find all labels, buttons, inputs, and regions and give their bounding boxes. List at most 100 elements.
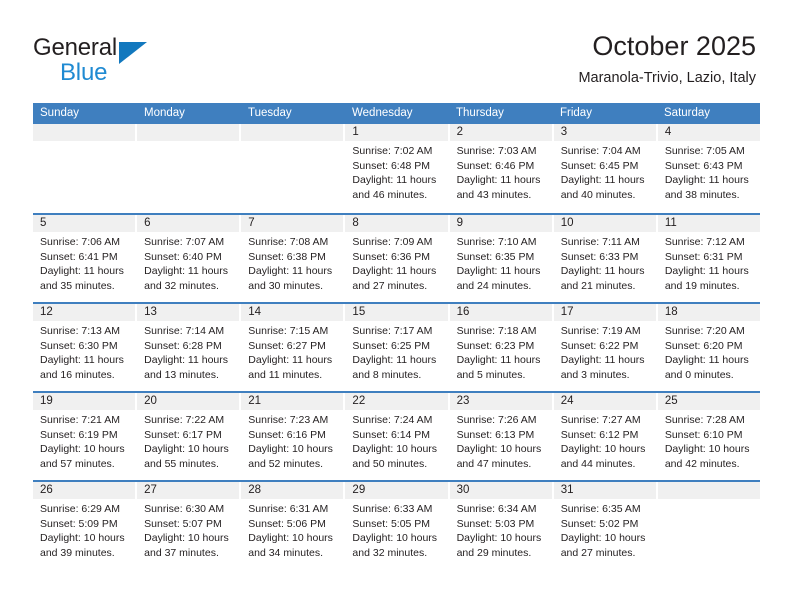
sunrise-text: Sunrise: 7:05 AM [664, 145, 745, 157]
weekday-sunday: Sunday [33, 103, 137, 124]
daylight-text-line2: and 55 minutes. [144, 457, 219, 470]
day-number: 1 [345, 124, 448, 141]
daylight-text-line1: Daylight: 11 hours [40, 265, 124, 278]
daylight-text-line1: Daylight: 11 hours [352, 174, 437, 187]
daylight-text-line2: and 50 minutes. [352, 457, 428, 470]
day-cell[interactable]: 4 Sunrise: 7:05 AM Sunset: 6:43 PM Dayli… [657, 124, 760, 213]
sunset-text: Sunset: 6:13 PM [456, 428, 535, 441]
day-cell[interactable]: 30 Sunrise: 6:34 AM Sunset: 5:03 PM Dayl… [449, 482, 554, 569]
sunset-text: Sunset: 6:12 PM [560, 428, 639, 441]
sunset-text: Sunset: 5:03 PM [456, 517, 535, 530]
day-cell[interactable]: 26 Sunrise: 6:29 AM Sunset: 5:09 PM Dayl… [33, 482, 138, 569]
day-cell[interactable]: 28 Sunrise: 6:31 AM Sunset: 5:06 PM Dayl… [241, 482, 346, 569]
daylight-text-line1: Daylight: 11 hours [144, 265, 228, 278]
daylight-text-line1: Daylight: 11 hours [560, 265, 645, 278]
sunset-text: Sunset: 5:06 PM [248, 517, 326, 530]
day-details: Sunrise: 7:06 AM Sunset: 6:41 PM Dayligh… [33, 232, 136, 302]
day-cell[interactable]: 14 Sunrise: 7:15 AM Sunset: 6:27 PM Dayl… [241, 304, 346, 391]
day-number: 29 [345, 482, 448, 499]
day-cell[interactable]: 27 Sunrise: 6:30 AM Sunset: 5:07 PM Dayl… [137, 482, 242, 569]
day-details: Sunrise: 7:23 AM Sunset: 6:16 PM Dayligh… [241, 410, 344, 480]
sunset-text: Sunset: 6:23 PM [456, 339, 535, 352]
day-details [657, 499, 760, 569]
weekday-tuesday: Tuesday [241, 103, 345, 124]
week-row: 5 Sunrise: 7:06 AM Sunset: 6:41 PM Dayli… [33, 213, 760, 302]
sunset-text: Sunset: 6:28 PM [144, 339, 222, 352]
title-block: October 2025 Maranola-Trivio, Lazio, Ita… [578, 30, 756, 87]
day-cell[interactable]: 22 Sunrise: 7:24 AM Sunset: 6:14 PM Dayl… [345, 393, 450, 480]
day-number: 20 [137, 393, 240, 410]
day-number: 27 [137, 482, 240, 499]
day-cell[interactable]: 5 Sunrise: 7:06 AM Sunset: 6:41 PM Dayli… [33, 215, 138, 302]
day-cell[interactable]: 3 Sunrise: 7:04 AM Sunset: 6:45 PM Dayli… [553, 124, 658, 213]
sunset-text: Sunset: 6:36 PM [352, 250, 431, 263]
sunset-text: Sunset: 6:25 PM [352, 339, 431, 352]
sunrise-text: Sunrise: 7:28 AM [664, 414, 745, 426]
day-details: Sunrise: 7:10 AM Sunset: 6:35 PM Dayligh… [449, 232, 552, 302]
day-number [33, 124, 136, 141]
day-cell[interactable]: 2 Sunrise: 7:03 AM Sunset: 6:46 PM Dayli… [449, 124, 554, 213]
day-cell[interactable]: 9 Sunrise: 7:10 AM Sunset: 6:35 PM Dayli… [449, 215, 554, 302]
sunrise-text: Sunrise: 6:30 AM [144, 503, 225, 515]
day-number: 18 [657, 304, 760, 321]
day-number: 25 [657, 393, 760, 410]
daylight-text-line2: and 35 minutes. [40, 279, 115, 292]
week-row: 12 Sunrise: 7:13 AM Sunset: 6:30 PM Dayl… [33, 302, 760, 391]
general-blue-logo[interactable]: General Blue [33, 34, 213, 86]
sunset-text: Sunset: 6:41 PM [40, 250, 118, 263]
day-number: 2 [449, 124, 552, 141]
day-details: Sunrise: 7:13 AM Sunset: 6:30 PM Dayligh… [33, 321, 136, 391]
day-cell[interactable]: 25 Sunrise: 7:28 AM Sunset: 6:10 PM Dayl… [657, 393, 760, 480]
day-details: Sunrise: 7:05 AM Sunset: 6:43 PM Dayligh… [657, 141, 760, 213]
daylight-text-line2: and 38 minutes. [664, 188, 740, 201]
day-cell[interactable]: 6 Sunrise: 7:07 AM Sunset: 6:40 PM Dayli… [137, 215, 242, 302]
daylight-text-line2: and 16 minutes. [40, 368, 115, 381]
day-details: Sunrise: 7:27 AM Sunset: 6:12 PM Dayligh… [553, 410, 656, 480]
day-details: Sunrise: 6:31 AM Sunset: 5:06 PM Dayligh… [241, 499, 344, 569]
day-number: 12 [33, 304, 136, 321]
day-cell[interactable]: 12 Sunrise: 7:13 AM Sunset: 6:30 PM Dayl… [33, 304, 138, 391]
day-cell[interactable]: 18 Sunrise: 7:20 AM Sunset: 6:20 PM Dayl… [657, 304, 760, 391]
daylight-text-line1: Daylight: 11 hours [248, 265, 333, 278]
day-cell[interactable]: 24 Sunrise: 7:27 AM Sunset: 6:12 PM Dayl… [553, 393, 658, 480]
day-number: 4 [657, 124, 760, 141]
day-cell[interactable]: 16 Sunrise: 7:18 AM Sunset: 6:23 PM Dayl… [449, 304, 554, 391]
day-number: 19 [33, 393, 136, 410]
day-cell[interactable]: 10 Sunrise: 7:11 AM Sunset: 6:33 PM Dayl… [553, 215, 658, 302]
day-cell[interactable]: 19 Sunrise: 7:21 AM Sunset: 6:19 PM Dayl… [33, 393, 138, 480]
sunset-text: Sunset: 5:02 PM [560, 517, 639, 530]
sunset-text: Sunset: 5:05 PM [352, 517, 431, 530]
sunrise-text: Sunrise: 7:11 AM [560, 236, 640, 248]
daylight-text-line1: Daylight: 10 hours [664, 443, 750, 456]
day-cell[interactable]: 11 Sunrise: 7:12 AM Sunset: 6:31 PM Dayl… [657, 215, 760, 302]
day-cell[interactable]: 7 Sunrise: 7:08 AM Sunset: 6:38 PM Dayli… [241, 215, 346, 302]
sunrise-text: Sunrise: 7:22 AM [144, 414, 225, 426]
day-cell[interactable]: 21 Sunrise: 7:23 AM Sunset: 6:16 PM Dayl… [241, 393, 346, 480]
day-number: 15 [345, 304, 448, 321]
sunset-text: Sunset: 6:10 PM [664, 428, 743, 441]
day-cell[interactable]: 23 Sunrise: 7:26 AM Sunset: 6:13 PM Dayl… [449, 393, 554, 480]
daylight-text-line2: and 21 minutes. [560, 279, 636, 292]
day-cell [137, 124, 242, 213]
sunset-text: Sunset: 6:43 PM [664, 159, 743, 172]
day-details: Sunrise: 7:28 AM Sunset: 6:10 PM Dayligh… [657, 410, 760, 480]
day-cell[interactable]: 8 Sunrise: 7:09 AM Sunset: 6:36 PM Dayli… [345, 215, 450, 302]
weekday-monday: Monday [137, 103, 241, 124]
day-cell[interactable]: 1 Sunrise: 7:02 AM Sunset: 6:48 PM Dayli… [345, 124, 450, 213]
day-number: 7 [241, 215, 344, 232]
day-details: Sunrise: 7:02 AM Sunset: 6:48 PM Dayligh… [345, 141, 448, 213]
day-cell[interactable]: 31 Sunrise: 6:35 AM Sunset: 5:02 PM Dayl… [553, 482, 658, 569]
day-cell[interactable]: 20 Sunrise: 7:22 AM Sunset: 6:17 PM Dayl… [137, 393, 242, 480]
day-cell[interactable]: 13 Sunrise: 7:14 AM Sunset: 6:28 PM Dayl… [137, 304, 242, 391]
day-cell[interactable]: 15 Sunrise: 7:17 AM Sunset: 6:25 PM Dayl… [345, 304, 450, 391]
daylight-text-line1: Daylight: 11 hours [144, 354, 228, 367]
sunset-text: Sunset: 6:19 PM [40, 428, 118, 441]
day-cell[interactable]: 17 Sunrise: 7:19 AM Sunset: 6:22 PM Dayl… [553, 304, 658, 391]
day-number: 16 [449, 304, 552, 321]
day-details: Sunrise: 7:11 AM Sunset: 6:33 PM Dayligh… [553, 232, 656, 302]
sunset-text: Sunset: 6:14 PM [352, 428, 431, 441]
day-number: 28 [241, 482, 344, 499]
week-row: 19 Sunrise: 7:21 AM Sunset: 6:19 PM Dayl… [33, 391, 760, 480]
day-cell[interactable]: 29 Sunrise: 6:33 AM Sunset: 5:05 PM Dayl… [345, 482, 450, 569]
sunset-text: Sunset: 5:09 PM [40, 517, 118, 530]
